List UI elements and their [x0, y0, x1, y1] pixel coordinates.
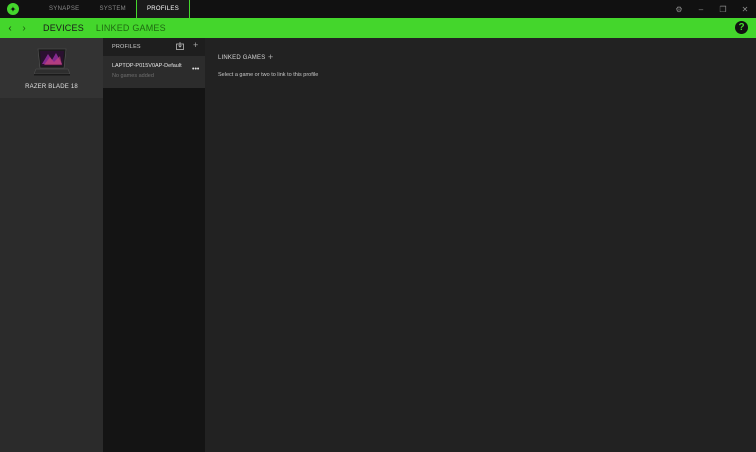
tab-profiles[interactable]: PROFILES	[135, 0, 191, 18]
profiles-column: PROFILES + LAPTOP-P015V0AP-Default No ga…	[103, 38, 205, 452]
linked-games-description: Select a game or two to link to this pro…	[218, 72, 319, 78]
tab-system[interactable]: SYSTEM	[89, 0, 135, 18]
window-controls: ⚙ – ❐ ✕	[668, 0, 756, 18]
profile-name: LAPTOP-P015V0AP-Default	[112, 63, 182, 69]
laptop-icon	[34, 48, 70, 76]
more-options-icon[interactable]: •••	[192, 66, 199, 73]
minimize-icon[interactable]: –	[690, 0, 712, 18]
tab-linked-games[interactable]: LINKED GAMES	[96, 23, 166, 33]
linked-games-panel: LINKED GAMES + Select a game or two to l…	[205, 38, 756, 452]
forward-arrow-icon[interactable]: ›	[17, 18, 31, 38]
restore-icon[interactable]: ❐	[712, 0, 734, 18]
help-icon[interactable]: ?	[735, 21, 748, 34]
razer-logo-icon[interactable]: ✦	[7, 3, 19, 15]
add-linked-game-icon[interactable]: +	[268, 52, 273, 62]
settings-icon[interactable]: ⚙	[668, 0, 690, 18]
devices-column: RAZER BLADE 18	[0, 38, 103, 452]
add-profile-icon[interactable]: +	[193, 40, 198, 50]
device-item-razer-blade-18[interactable]: RAZER BLADE 18	[0, 38, 103, 98]
close-icon[interactable]: ✕	[734, 0, 756, 18]
profile-item[interactable]: LAPTOP-P015V0AP-Default No games added •…	[103, 56, 205, 88]
linked-games-title: LINKED GAMES	[218, 55, 266, 61]
profiles-header: PROFILES +	[103, 38, 205, 56]
back-arrow-icon[interactable]: ‹	[3, 18, 17, 38]
profile-games-status: No games added	[112, 73, 154, 79]
tab-devices[interactable]: DEVICES	[43, 23, 84, 33]
profiles-title: PROFILES	[112, 44, 141, 50]
title-bar: ✦ SYNAPSE SYSTEM PROFILES ⚙ – ❐ ✕	[0, 0, 756, 18]
nav-bar: ‹ › DEVICES LINKED GAMES ?	[0, 18, 756, 38]
tab-synapse[interactable]: SYNAPSE	[39, 0, 89, 18]
device-name: RAZER BLADE 18	[25, 84, 78, 90]
import-icon[interactable]	[176, 42, 184, 50]
